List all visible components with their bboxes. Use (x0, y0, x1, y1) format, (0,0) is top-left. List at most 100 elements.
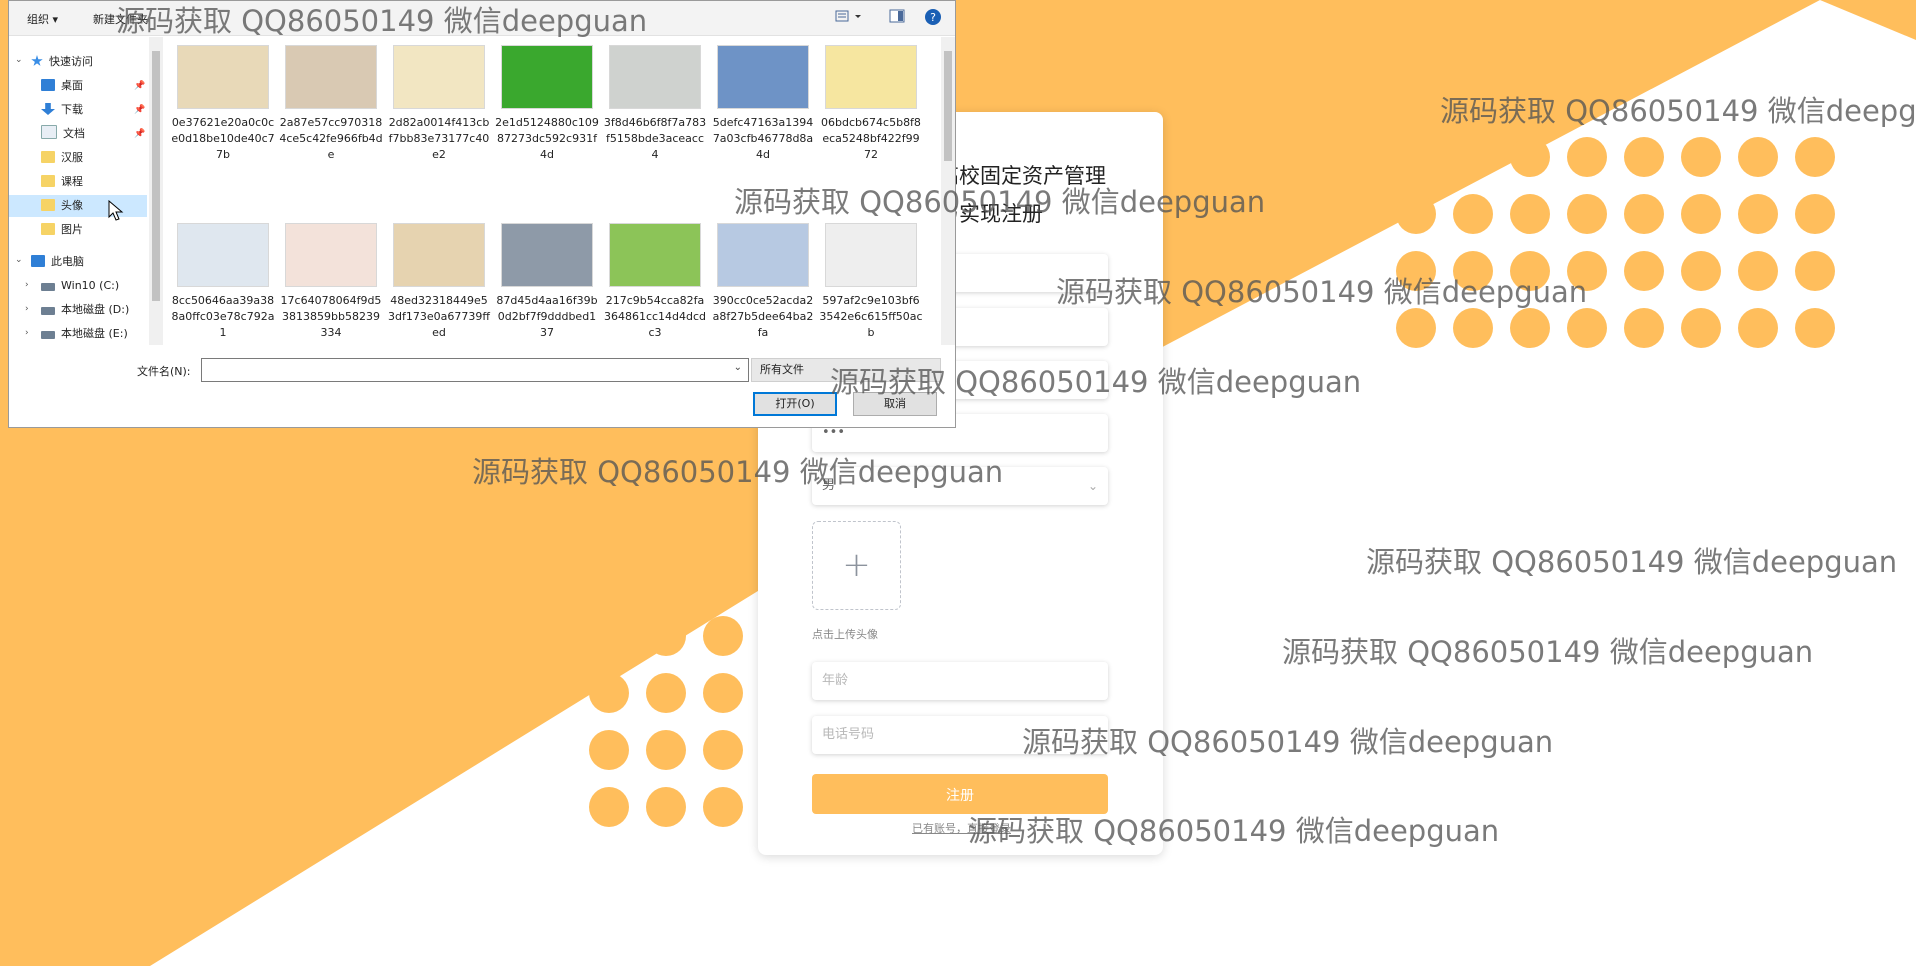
nav-drive-c[interactable]: Win10 (C:) (41, 275, 119, 297)
watermark: 源码获取 QQ86050149 微信deepguan (1440, 94, 1916, 128)
decor-dot (703, 787, 743, 827)
file-name: 2d82a0014f413cbf7bb83e73177c40e2 (388, 116, 490, 161)
nav-desktop[interactable]: 桌面 (41, 75, 83, 97)
pin-icon: 📌 (134, 105, 146, 115)
decor-dot (1624, 137, 1664, 177)
download-icon (41, 103, 55, 115)
file-item[interactable]: 3f8d46b6f8f7a783f5158bde3aceacc4 (603, 45, 707, 163)
file-name: 06bdcb674c5b8f8eca5248bf422f9972 (821, 116, 921, 161)
decor-dot (1396, 194, 1436, 234)
filename-input[interactable]: ⌄ (201, 358, 749, 382)
decor-dot (1624, 308, 1664, 348)
file-item[interactable]: 2d82a0014f413cbf7bb83e73177c40e2 (387, 45, 491, 163)
nav-label: 快速访问 (49, 55, 93, 68)
file-item[interactable]: 8cc50646aa39a388a0ffc03e78c792a1 (171, 223, 275, 341)
decor-dot (703, 673, 743, 713)
decor-dot (646, 673, 686, 713)
collapse-arrow-icon[interactable]: › (25, 328, 29, 338)
preview-pane-icon[interactable] (889, 9, 905, 26)
organize-menu[interactable]: 组织 ▾ (27, 11, 58, 27)
file-item[interactable]: 5defc47163a13947a03cfb46778d8a4d (711, 45, 815, 163)
view-icon[interactable] (835, 9, 865, 26)
file-name: 17c64078064f9d53813859bb58239334 (280, 294, 382, 339)
nav-label: 此电脑 (51, 255, 84, 268)
decor-dot (1681, 308, 1721, 348)
nav-documents[interactable]: 文档 (41, 123, 85, 145)
file-thumbnail (825, 223, 917, 287)
nav-folder-hanfu[interactable]: 汉服 (41, 147, 83, 169)
watermark: 源码获取 QQ86050149 微信deepguan (968, 814, 1500, 848)
age-input[interactable] (822, 662, 1098, 699)
file-thumbnail (177, 223, 269, 287)
scrollbar-thumb[interactable] (152, 51, 160, 301)
file-item[interactable]: 2a87e57cc9703184ce5c42fe966fb4de (279, 45, 383, 163)
avatar-upload[interactable]: + (812, 521, 901, 610)
file-item[interactable]: 48ed32318449e53df173e0a67739ffed (387, 223, 491, 341)
age-field[interactable] (812, 662, 1108, 700)
expand-arrow-icon[interactable]: ⌄ (15, 255, 23, 265)
decor-dot (1681, 194, 1721, 234)
scrollbar-thumb[interactable] (944, 51, 952, 161)
drive-icon (41, 307, 55, 315)
decor-dot (703, 616, 743, 656)
nav-label: 本地磁盘 (E:) (61, 327, 128, 340)
nav-quick-access[interactable]: 快速访问 (31, 51, 93, 73)
decor-dot (589, 616, 629, 656)
nav-drive-d[interactable]: 本地磁盘 (D:) (41, 299, 129, 321)
file-item[interactable]: 87d45d4aa16f39b0d2bf7f9dddbed137 (495, 223, 599, 341)
nav-this-pc[interactable]: 此电脑 (31, 251, 84, 273)
file-item[interactable]: 217c9b54cca82fa364861cc14d4dcdc3 (603, 223, 707, 341)
file-thumbnail (501, 223, 593, 287)
decor-dot (646, 787, 686, 827)
nav-label: 文档 (63, 127, 85, 140)
watermark: 源码获取 QQ86050149 微信deepguan (116, 4, 648, 38)
filename-label: 文件名(N): (137, 365, 191, 378)
pin-icon: 📌 (134, 81, 146, 91)
file-name: 48ed32318449e53df173e0a67739ffed (388, 294, 490, 339)
file-name: 2a87e57cc9703184ce5c42fe966fb4de (279, 116, 383, 161)
collapse-arrow-icon[interactable]: › (25, 304, 29, 314)
nav-drive-e[interactable]: 本地磁盘 (E:) (41, 323, 128, 345)
nav-folder-avatar[interactable]: 头像 (9, 195, 147, 217)
decor-dot (1567, 137, 1607, 177)
open-button[interactable]: 打开(O) (753, 392, 837, 416)
file-item[interactable]: 597af2c9e103bf63542e6c615ff50acb (819, 223, 923, 341)
star-icon (31, 55, 43, 66)
file-item[interactable]: 2e1d5124880c10987273dc592c931f4d (495, 45, 599, 163)
svg-text:?: ? (930, 11, 936, 24)
nav-label: 汉服 (61, 151, 83, 164)
drive-icon (41, 283, 55, 291)
expand-arrow-icon[interactable]: ⌄ (15, 55, 23, 65)
file-name: 2e1d5124880c10987273dc592c931f4d (495, 116, 599, 161)
computer-icon (31, 255, 45, 267)
file-thumbnail (717, 223, 809, 287)
decor-dot (1795, 137, 1835, 177)
file-name: 8cc50646aa39a388a0ffc03e78c792a1 (171, 294, 275, 339)
file-thumbnail (393, 45, 485, 109)
file-thumbnail (393, 223, 485, 287)
file-item[interactable]: 390cc0ce52acda2a8f27b5dee64ba2fa (711, 223, 815, 341)
upload-hint: 点击上传头像 (812, 628, 878, 641)
nav-folder-pictures[interactable]: 图片 (41, 219, 83, 241)
nav-scrollbar[interactable] (149, 37, 163, 345)
file-item[interactable]: 17c64078064f9d53813859bb58239334 (279, 223, 383, 341)
decor-dot (1795, 308, 1835, 348)
desktop-icon (41, 79, 55, 91)
collapse-arrow-icon[interactable]: › (25, 280, 29, 290)
file-item[interactable]: 06bdcb674c5b8f8eca5248bf422f9972 (819, 45, 923, 163)
decor-dot (1510, 308, 1550, 348)
help-icon[interactable]: ? (924, 8, 942, 29)
nav-downloads[interactable]: 下载 (41, 99, 83, 121)
chevron-down-icon[interactable]: ⌄ (734, 362, 742, 373)
folder-icon (41, 223, 55, 235)
decor-dot (1396, 308, 1436, 348)
nav-folder-courses[interactable]: 课程 (41, 171, 83, 193)
decor-dot (589, 673, 629, 713)
file-item[interactable]: 0e37621e20a0c0ce0d18be10de40c77b (171, 45, 275, 163)
document-icon (41, 125, 57, 139)
folder-icon (41, 151, 55, 163)
decor-dot (1453, 194, 1493, 234)
register-button[interactable]: 注册 (812, 774, 1108, 814)
nav-label: 下载 (61, 103, 83, 116)
decor-dot (1453, 137, 1493, 177)
